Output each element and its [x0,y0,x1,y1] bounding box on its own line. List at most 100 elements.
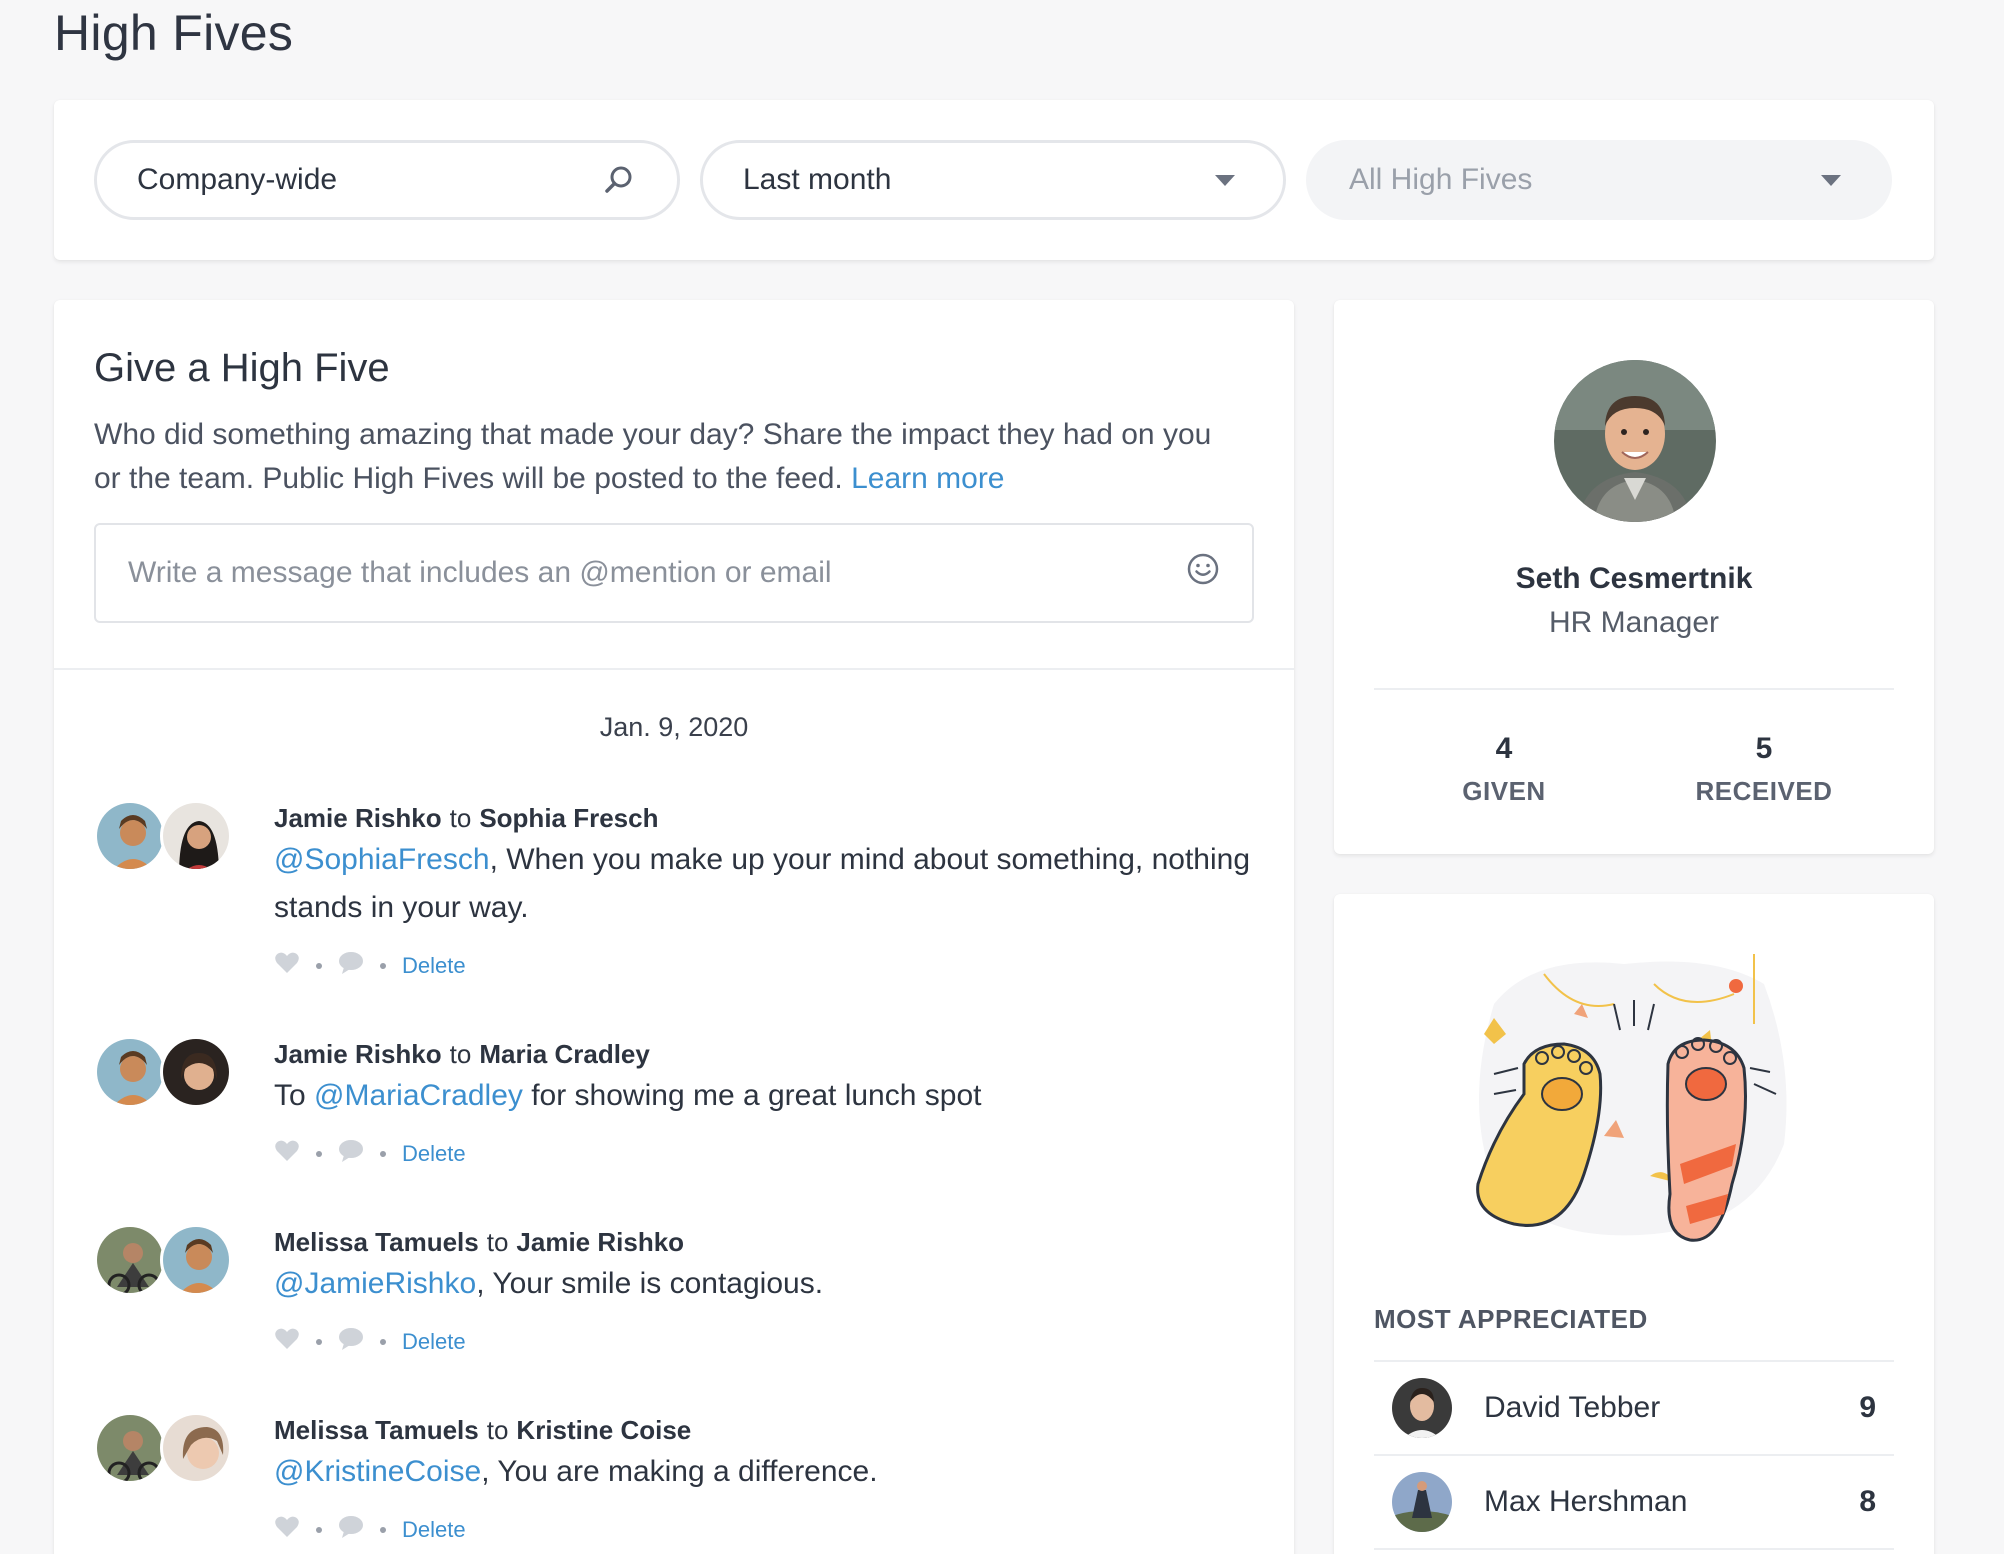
post-mention[interactable]: @MariaCradley [314,1079,523,1112]
heart-icon[interactable] [274,1327,300,1357]
comment-icon[interactable] [338,951,364,981]
message-input[interactable]: Write a message that includes an @mentio… [94,523,1254,623]
comment-icon[interactable] [338,1327,364,1357]
avatar [1392,1472,1452,1532]
post-message: @KristineCoise, You are making a differe… [274,1448,1254,1496]
profile-role: HR Manager [1548,606,1720,639]
delete-link[interactable]: Delete [402,1141,466,1167]
post-sender[interactable]: Melissa Tamuels [274,1415,479,1445]
given-stat: 4 GIVEN [1374,732,1634,807]
divider [1374,688,1894,690]
post-avatars [94,1036,234,1110]
learn-more-link[interactable]: Learn more [851,462,1004,495]
avatar[interactable] [94,1412,166,1484]
period-dropdown-value: Last month [743,163,892,196]
post-recipient[interactable]: Maria Cradley [479,1039,650,1069]
avatar[interactable] [160,1412,232,1484]
post-recipient[interactable]: Kristine Coise [516,1415,691,1445]
post-recipient[interactable]: Jamie Rishko [516,1227,684,1257]
person-count: 9 [1859,1391,1876,1424]
delete-link[interactable]: Delete [402,1517,466,1543]
high-five-paws-illustration [1454,944,1814,1274]
post-header: Jamie Rishko to Maria Cradley [274,1036,1254,1072]
avatar[interactable] [94,1224,166,1296]
heart-icon[interactable] [274,1139,300,1169]
post-sender[interactable]: Jamie Rishko [274,1039,442,1069]
person-count: 8 [1859,1485,1876,1518]
post-to-word: to [449,803,472,833]
profile-avatar[interactable] [1554,360,1716,522]
chevron-down-icon [1813,162,1849,198]
avatar[interactable] [160,1036,232,1108]
post-text: for showing me a great lunch spot [522,1079,982,1112]
given-count: 4 [1495,732,1513,765]
delete-link[interactable]: Delete [402,1329,466,1355]
separator-dot [380,1527,386,1533]
post-text: , Your smile is contagious. [476,1267,824,1300]
compose-description-text: Who did something amazing that made your… [94,418,1212,495]
separator-dot [380,963,386,969]
period-dropdown[interactable]: Last month [700,140,1286,220]
comment-icon[interactable] [338,1139,364,1169]
emoji-icon[interactable] [1186,552,1220,594]
given-label: GIVEN [1462,776,1546,806]
separator-dot [316,963,322,969]
post-header: Melissa Tamuels to Jamie Rishko [274,1224,1254,1260]
received-label: RECEIVED [1695,776,1833,806]
scope-search-input[interactable]: Company-wide [94,140,680,220]
separator-dot [316,1151,322,1157]
post-mention[interactable]: @JamieRishko [274,1267,476,1300]
heart-icon[interactable] [274,1515,300,1545]
post-header: Melissa Tamuels to Kristine Coise [274,1412,1254,1448]
list-item[interactable]: Max Hershman 8 [1374,1456,1894,1550]
post-body: Jamie Rishko to Sophia Fresch @SophiaFresc… [274,800,1254,986]
received-stat: 5 RECEIVED [1634,732,1894,807]
post-message: @SophiaFresch, When you make up your min… [274,836,1254,932]
type-dropdown[interactable]: All High Fives [1306,140,1892,220]
post-body: Melissa Tamuels to Kristine Coise @Kristin… [274,1412,1254,1550]
most-appreciated-list: David Tebber 9 Max Hershman 8 [1374,1360,1894,1550]
post-avatars [94,1224,234,1298]
separator-dot [316,1527,322,1533]
post-to-word: to [486,1227,509,1257]
post-avatars [94,1412,234,1486]
post-mention[interactable]: @SophiaFresch [274,843,490,876]
feed-date: Jan. 9, 2020 [599,712,749,742]
heart-icon[interactable] [274,951,300,981]
post-text: , You are making a difference. [481,1455,878,1488]
profile-card: Seth Cesmertnik HR Manager 4 GIVEN 5 REC… [1334,300,1934,854]
avatar[interactable] [160,800,232,872]
separator-dot [316,1339,322,1345]
post-recipient[interactable]: Sophia Fresch [479,803,658,833]
avatar [1392,1378,1452,1438]
post-prefix: To [274,1079,315,1112]
post-sender[interactable]: Melissa Tamuels [274,1227,479,1257]
person-name: David Tebber [1484,1391,1661,1424]
most-appreciated-title: MOST APPRECIATED [1374,1304,1648,1334]
scope-search-value: Company-wide [137,163,338,196]
compose-description: Who did something amazing that made your… [94,413,1234,501]
avatar[interactable] [160,1224,232,1296]
post-mention[interactable]: @KristineCoise [274,1455,481,1488]
compose-section: Give a High Five Who did something amazi… [54,300,1294,670]
post-header: Jamie Rishko to Sophia Fresch [274,800,1254,836]
compose-heading: Give a High Five [94,346,390,390]
chevron-down-icon [1207,162,1243,198]
filter-bar: Company-wide Last month All High Fives [54,100,1934,260]
post-to-word: to [449,1039,472,1069]
received-count: 5 [1755,732,1773,765]
post-actions: Delete [274,1510,1254,1550]
post-sender[interactable]: Jamie Rishko [274,803,442,833]
post-message: @JamieRishko, Your smile is contagious. [274,1260,1254,1308]
avatar[interactable] [94,800,166,872]
post-message: To @MariaCradley for showing me a great … [274,1072,1254,1120]
separator-dot [380,1339,386,1345]
post-avatars [94,800,234,874]
avatar[interactable] [94,1036,166,1108]
post-actions: Delete [274,946,1254,986]
profile-name: Seth Cesmertnik [1515,562,1753,595]
delete-link[interactable]: Delete [402,953,466,979]
comment-icon[interactable] [338,1515,364,1545]
post-actions: Delete [274,1322,1254,1362]
list-item[interactable]: David Tebber 9 [1374,1362,1894,1456]
